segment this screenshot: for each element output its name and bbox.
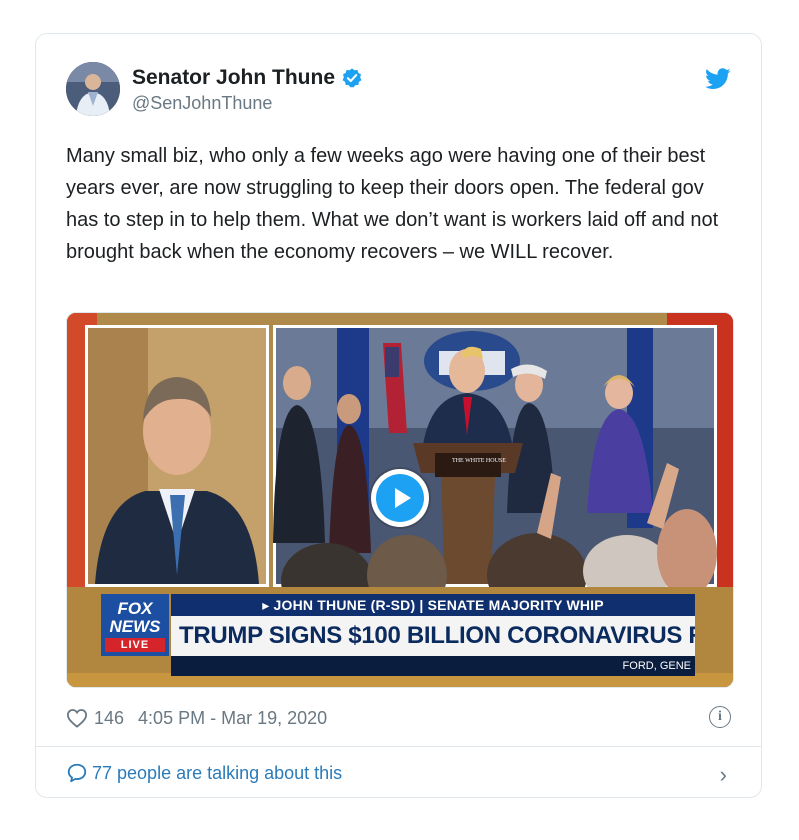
play-triangle bbox=[395, 488, 411, 508]
verified-badge-icon bbox=[342, 68, 362, 88]
conversation-link[interactable]: 77 people are talking about this › bbox=[66, 760, 731, 787]
author-names: Senator John Thune @SenJohnThune bbox=[132, 66, 363, 114]
logo-news: NEWS bbox=[109, 617, 161, 636]
talking-text: 77 people are talking about this bbox=[92, 762, 343, 783]
tweet-card: Senator John Thune @SenJohnThune Many sm… bbox=[35, 33, 762, 798]
speech-bubble-icon bbox=[67, 763, 87, 783]
live-badge: LIVE bbox=[105, 638, 165, 652]
tweet-text: Many small biz, who only a few weeks ago… bbox=[66, 145, 719, 263]
chevron-right-icon: › bbox=[719, 762, 727, 787]
play-button-inner bbox=[376, 474, 424, 522]
play-icon[interactable] bbox=[371, 469, 429, 527]
podium-sign: THE WHITE HOUSE bbox=[452, 458, 506, 464]
timestamp[interactable]: 4:05 PM - Mar 19, 2020 bbox=[138, 708, 327, 729]
handle[interactable]: @SenJohnThune bbox=[132, 93, 363, 114]
avatar-image bbox=[66, 62, 120, 116]
heart-icon[interactable] bbox=[66, 708, 88, 728]
video-player[interactable]: THE WHITE HOUSE FOX NEWS LIVE ▸ JOHN THU… bbox=[66, 312, 734, 688]
chyron-headline: TRUMP SIGNS $100 BILLION CORONAVIRUS REL… bbox=[171, 616, 695, 656]
divider bbox=[36, 746, 761, 747]
like-count[interactable]: 146 bbox=[94, 708, 124, 729]
tweet-footer: 146 4:05 PM - Mar 19, 2020 i bbox=[66, 704, 731, 732]
fox-news-logo: FOX NEWS LIVE bbox=[101, 594, 169, 656]
news-ticker: FORD, GENE bbox=[171, 656, 695, 676]
tweet-header: Senator John Thune @SenJohnThune bbox=[66, 62, 731, 118]
display-name[interactable]: Senator John Thune bbox=[132, 66, 335, 90]
logo-fox: FOX bbox=[117, 599, 153, 618]
avatar[interactable] bbox=[66, 62, 120, 116]
twitter-bird-icon[interactable] bbox=[705, 68, 731, 90]
display-name-row: Senator John Thune bbox=[132, 66, 363, 90]
chyron-subtitle: ▸ JOHN THUNE (R-SD) | SENATE MAJORITY WH… bbox=[171, 594, 695, 616]
info-icon[interactable]: i bbox=[709, 706, 731, 728]
